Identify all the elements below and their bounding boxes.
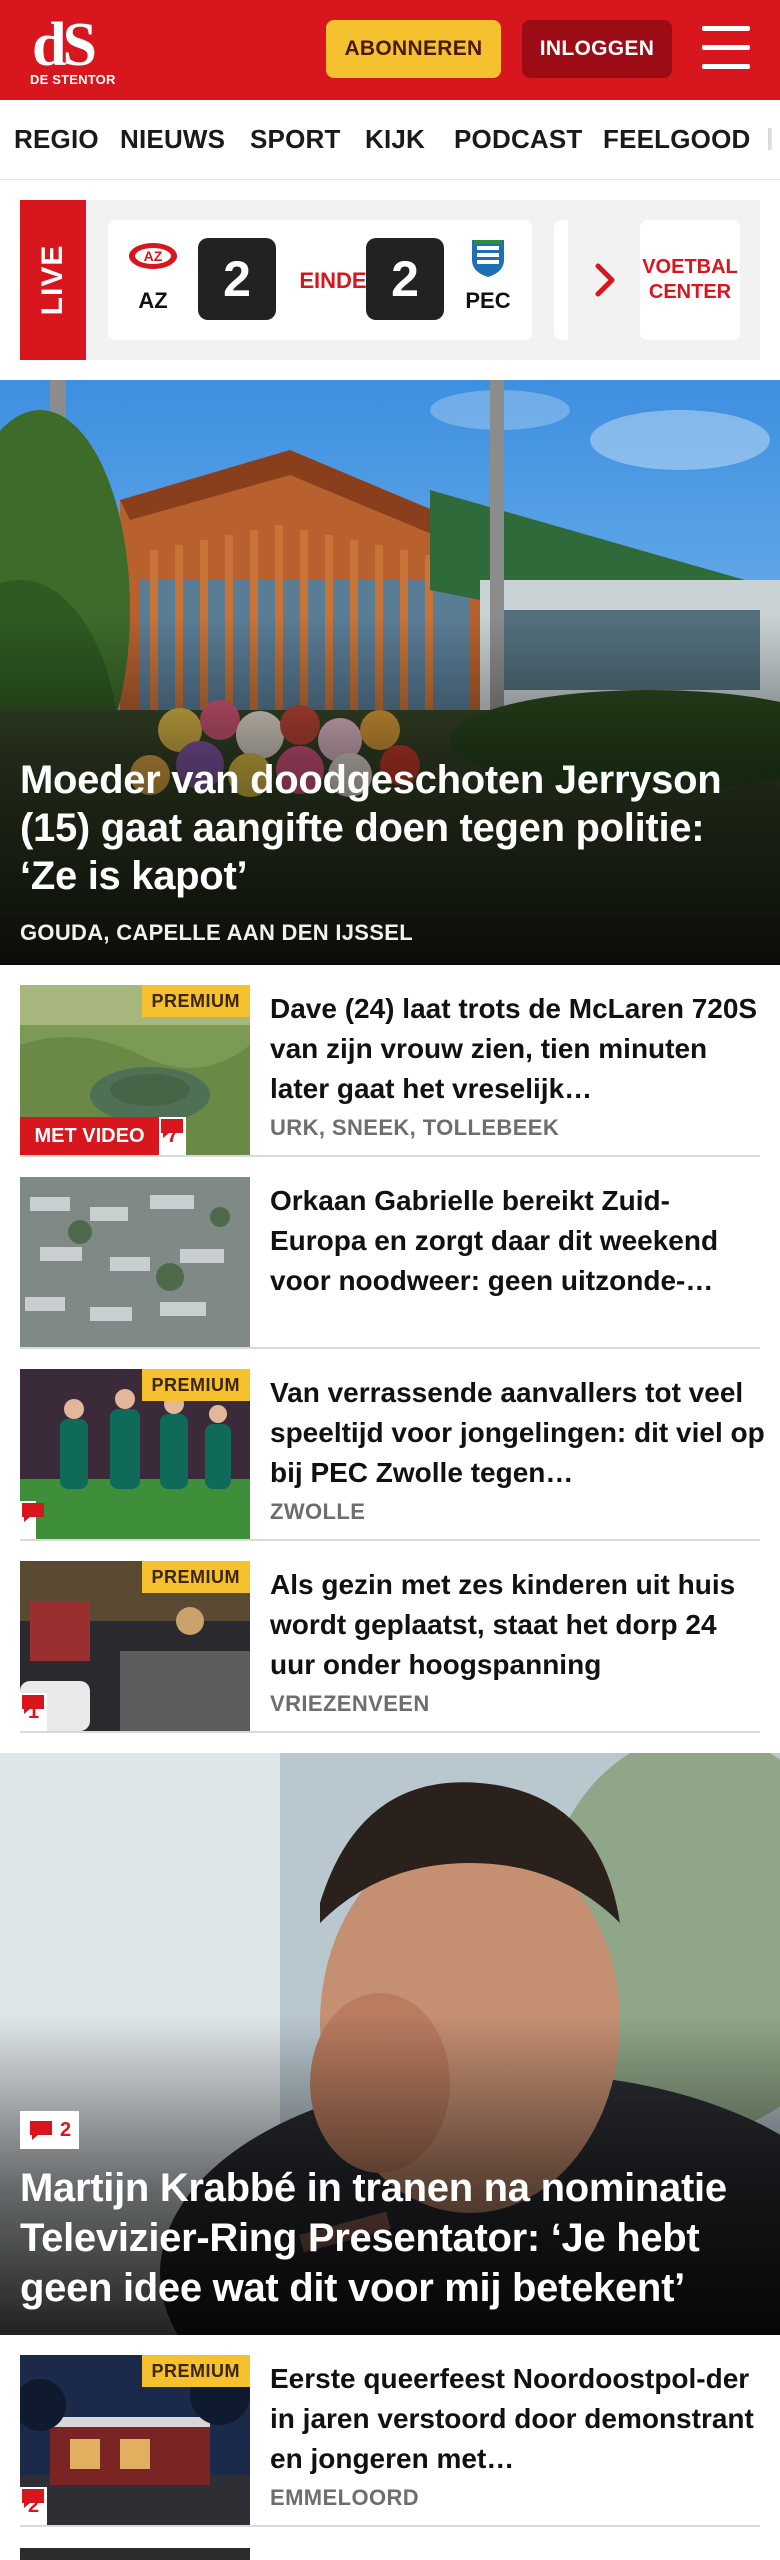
storm-aerial-photo [20, 1177, 250, 1347]
live-scores: LIVE AZ AZ 2 EINDE 2 PEC VOETBAL CENTER [20, 200, 760, 360]
comment-icon [161, 1119, 183, 1138]
home-team-name: AZ [138, 288, 168, 313]
article-thumbnail [20, 1177, 250, 1347]
svg-text:AZ: AZ [144, 248, 163, 264]
premium-badge: PREMIUM [141, 985, 250, 1017]
comment-icon [30, 2121, 52, 2140]
away-score: 2 [366, 238, 444, 320]
away-team-name: PEC [465, 288, 511, 313]
article-location: ZWOLLE [270, 1499, 366, 1524]
article-title[interactable]: Als gezin met zes kinderen uit huis word… [270, 1565, 765, 1685]
article-location: VRIEZENVEEN [270, 1691, 430, 1716]
football-center-link[interactable]: VOETBAL CENTER [640, 220, 740, 340]
comment-count-badge: 2 [20, 2487, 48, 2525]
next-article-thumbnail[interactable] [20, 2548, 250, 2560]
section-nav: REGIO NIEUWS SPORT KIJK PODCAST FEELGOOD [0, 100, 780, 180]
feature-article[interactable]: 2 Martijn Krabbé in tranen na nominatie … [0, 1753, 780, 2335]
comment-icon [22, 1503, 44, 1522]
subscribe-button[interactable]: ABONNEREN [326, 20, 501, 78]
home-score: 2 [198, 238, 276, 320]
nav-item-nieuws[interactable]: NIEUWS [120, 124, 225, 155]
article-thumbnail: PREMIUM [20, 1369, 250, 1539]
az-logo-icon: AZ [129, 243, 177, 269]
logo-mark: dS [32, 11, 97, 79]
article-thumbnail: PREMIUM 2 [20, 2355, 250, 2525]
comment-count-badge [20, 1501, 44, 1539]
article-thumbnail: PREMIUM 1 [20, 1561, 250, 1731]
list-item[interactable]: PREMIUM Van verrassende aanvallers tot v… [20, 1369, 765, 1541]
nav-item-podcast[interactable]: PODCAST [454, 124, 583, 155]
article-title[interactable]: Eerste queerfeest Noordoostpol-der in ja… [270, 2359, 765, 2479]
away-team: PEC [453, 238, 523, 328]
hero-headline[interactable]: Moeder van doodgeschoten Jerryson (15) g… [20, 756, 765, 900]
list-item[interactable]: Orkaan Gabrielle bereikt Zuid-Europa en … [20, 1177, 760, 1349]
comment-count: 2 [60, 2118, 72, 2141]
next-match-card[interactable] [554, 220, 568, 340]
top-bar: dS DE STENTOR ABONNEREN INLOGGEN [0, 0, 780, 100]
login-button[interactable]: INLOGGEN [522, 20, 672, 78]
hero-article[interactable]: Moeder van doodgeschoten Jerryson (15) g… [0, 380, 780, 965]
video-badge: MET VIDEO [20, 1117, 159, 1155]
feature-headline[interactable]: Martijn Krabbé in tranen na nominatie Te… [20, 2163, 768, 2313]
list-item[interactable]: PREMIUM MET VIDEO 7 Dave (24) laat trots… [20, 985, 760, 1157]
nav-item-kijk[interactable]: KIJK [365, 124, 425, 155]
article-location: EMMELOORD [270, 2485, 420, 2510]
comment-count-badge: 7 [159, 1117, 187, 1155]
nav-item-regio[interactable]: REGIO [14, 124, 99, 155]
hamburger-menu-icon[interactable] [702, 26, 750, 70]
logo-text: DE STENTOR [30, 72, 116, 87]
article-title[interactable]: Dave (24) laat trots de McLaren 720S van… [270, 989, 765, 1109]
match-card[interactable]: AZ AZ 2 EINDE 2 PEC [108, 220, 532, 340]
hero-location: GOUDA, CAPELLE AAN DEN IJSSEL [20, 920, 413, 945]
nav-item-feelgood[interactable]: FEELGOOD [603, 124, 751, 155]
comment-count-badge: 2 [20, 2111, 80, 2149]
pec-logo-icon [472, 240, 504, 277]
nav-fade [760, 100, 780, 179]
nav-item-sport[interactable]: SPORT [250, 124, 341, 155]
site-logo[interactable]: dS DE STENTOR [28, 12, 118, 88]
article-title[interactable]: Van verrassende aanvallers tot veel spee… [270, 1373, 765, 1493]
home-team: AZ AZ [118, 238, 188, 328]
article-title[interactable]: Orkaan Gabrielle bereikt Zuid-Europa en … [270, 1181, 765, 1301]
article-location: URK, SNEEK, TOLLEBEEK [270, 1115, 560, 1140]
list-item[interactable]: PREMIUM 1 Als gezin met zes kinderen uit… [20, 1561, 760, 1733]
list-item[interactable]: PREMIUM 2 Eerste queerfeest Noordoostpol… [20, 2355, 760, 2527]
live-tab: LIVE [20, 200, 86, 360]
match-status: EINDE [299, 268, 367, 293]
comment-icon [22, 2489, 44, 2508]
live-label: LIVE [36, 244, 69, 316]
premium-badge: PREMIUM [141, 1369, 250, 1401]
chevron-right-icon[interactable] [590, 260, 620, 300]
premium-badge: PREMIUM [141, 1561, 250, 1593]
article-thumbnail: PREMIUM MET VIDEO 7 [20, 985, 250, 1155]
comment-icon [22, 1695, 44, 1714]
comment-count-badge: 1 [20, 1693, 48, 1731]
premium-badge: PREMIUM [141, 2355, 250, 2387]
